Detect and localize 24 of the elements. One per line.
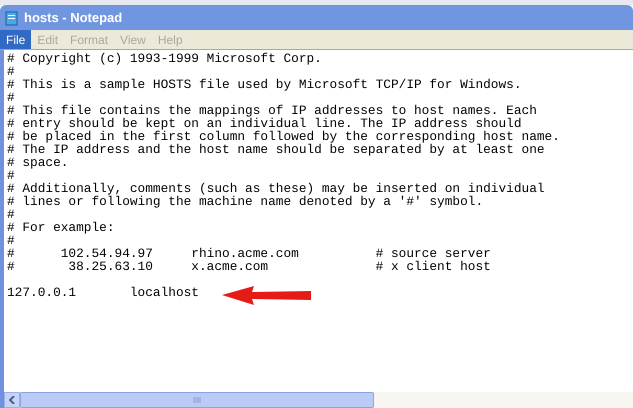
text-line: # For example:: [7, 221, 115, 234]
grip-icon: [193, 397, 201, 403]
menu-item[interactable]: File: [0, 30, 32, 49]
text-line: #: [7, 91, 15, 104]
text-line: # be placed in the first column followed by the corresponding host name.: [7, 130, 560, 143]
text-line: #: [7, 65, 15, 78]
window-title: hosts - Notepad: [24, 8, 122, 27]
text-line: # The IP address and the host name should be separated by at least one: [7, 143, 545, 156]
text-line: # This is a sample HOSTS file used by Microsoft TCP/IP for Windows.: [7, 78, 522, 91]
text-line: 127.0.0.1 localhost: [7, 286, 199, 299]
text-line: #: [7, 208, 15, 221]
scroll-thumb[interactable]: [20, 392, 374, 408]
text-line: #: [7, 169, 15, 182]
text-line: # Additionally, comments (such as these) may be inserted on individual: [7, 182, 545, 195]
notepad-icon: [4, 10, 20, 26]
text-line: # space.: [7, 156, 68, 169]
text-line: # lines or following the machine name denoted by a '#' symbol.: [7, 195, 484, 208]
text-line: #: [7, 234, 15, 247]
text-line: # entry should be kept on an individual line. The IP address should: [7, 117, 522, 130]
text-line: # This file contains the mappings of IP addresses to host names. Each: [7, 104, 537, 117]
scroll-left-button[interactable]: [4, 392, 20, 408]
text-line: # 38.25.63.10 x.acme.com # x client host: [7, 260, 491, 273]
text-line: # 102.54.94.97 rhino.acme.com # source server: [7, 247, 491, 260]
text-line: # Copyright (c) 1993-1999 Microsoft Corp.: [7, 52, 322, 65]
